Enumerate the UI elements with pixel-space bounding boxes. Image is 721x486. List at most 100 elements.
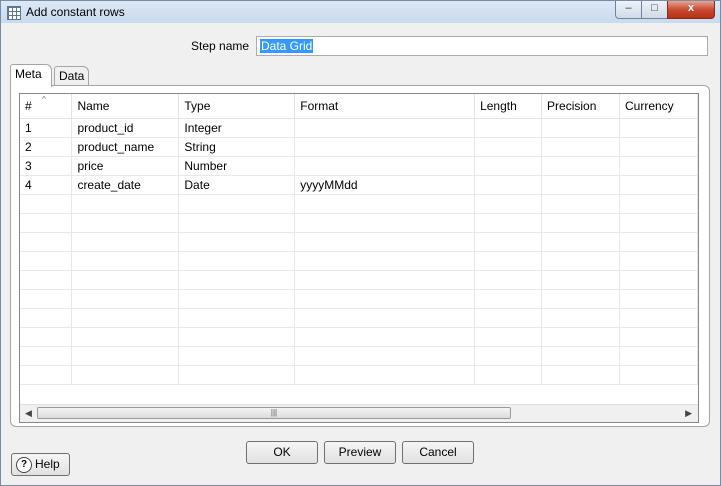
cell-type[interactable]: Integer — [178, 118, 296, 138]
column-header-currency[interactable]: Currency — [619, 94, 698, 119]
step-name-input[interactable]: Data Grid — [256, 36, 708, 56]
column-header-precision[interactable]: Precision — [541, 94, 620, 119]
empty-cell[interactable] — [541, 232, 620, 252]
close-button[interactable]: x — [667, 1, 715, 19]
empty-table-row[interactable] — [20, 251, 698, 271]
empty-cell[interactable] — [474, 289, 543, 309]
scroll-left-icon[interactable]: ◀ — [25, 408, 32, 419]
cell-length[interactable] — [474, 175, 543, 195]
cell-precision[interactable] — [541, 137, 620, 157]
empty-cell[interactable] — [71, 270, 180, 290]
empty-cell[interactable] — [71, 213, 180, 233]
empty-cell[interactable] — [71, 327, 180, 347]
cell-name[interactable]: product_name — [71, 137, 180, 157]
empty-cell[interactable] — [541, 251, 620, 271]
cell-name[interactable]: create_date — [71, 175, 180, 195]
empty-cell[interactable] — [294, 346, 476, 366]
table-row[interactable]: 4 create_date Date yyyyMMdd — [20, 175, 698, 195]
cell-type[interactable]: Number — [178, 156, 296, 176]
empty-cell[interactable] — [619, 327, 698, 347]
cell-precision[interactable] — [541, 175, 620, 195]
empty-cell[interactable] — [20, 289, 73, 309]
empty-table-row[interactable] — [20, 308, 698, 328]
empty-cell[interactable] — [71, 251, 180, 271]
cell-currency[interactable] — [619, 137, 698, 157]
cell-name[interactable]: product_id — [71, 118, 180, 138]
empty-cell[interactable] — [474, 270, 543, 290]
empty-cell[interactable] — [294, 270, 476, 290]
cell-precision[interactable] — [541, 156, 620, 176]
empty-cell[interactable] — [20, 308, 73, 328]
empty-cell[interactable] — [178, 365, 296, 385]
empty-cell[interactable] — [294, 289, 476, 309]
empty-cell[interactable] — [20, 232, 73, 252]
empty-cell[interactable] — [541, 308, 620, 328]
cell-name[interactable]: price — [71, 156, 180, 176]
empty-cell[interactable] — [541, 213, 620, 233]
empty-cell[interactable] — [619, 308, 698, 328]
empty-cell[interactable] — [294, 213, 476, 233]
cell-number[interactable]: 3 — [20, 156, 73, 176]
cell-currency[interactable] — [619, 175, 698, 195]
empty-cell[interactable] — [619, 289, 698, 309]
empty-cell[interactable] — [619, 213, 698, 233]
empty-cell[interactable] — [541, 194, 620, 214]
cell-format[interactable]: yyyyMMdd — [294, 175, 476, 195]
scroll-right-icon[interactable]: ▶ — [685, 408, 692, 419]
preview-button[interactable]: Preview — [324, 441, 396, 464]
cell-number[interactable]: 2 — [20, 137, 73, 157]
empty-cell[interactable] — [294, 194, 476, 214]
cell-currency[interactable] — [619, 118, 698, 138]
empty-cell[interactable] — [20, 365, 73, 385]
empty-cell[interactable] — [474, 365, 543, 385]
empty-cell[interactable] — [178, 346, 296, 366]
cell-number[interactable]: 1 — [20, 118, 73, 138]
empty-cell[interactable] — [178, 194, 296, 214]
empty-cell[interactable] — [474, 251, 543, 271]
column-header-name[interactable]: Name — [71, 94, 180, 119]
cell-length[interactable] — [474, 118, 543, 138]
empty-cell[interactable] — [71, 289, 180, 309]
empty-cell[interactable] — [474, 213, 543, 233]
empty-cell[interactable] — [71, 194, 180, 214]
empty-cell[interactable] — [294, 251, 476, 271]
empty-cell[interactable] — [71, 346, 180, 366]
empty-cell[interactable] — [474, 327, 543, 347]
tab-meta[interactable]: Meta — [10, 64, 52, 87]
maximize-button[interactable]: □ — [641, 1, 668, 19]
empty-cell[interactable] — [71, 308, 180, 328]
table-row[interactable]: 1 product_id Integer — [20, 118, 698, 138]
empty-cell[interactable] — [20, 270, 73, 290]
empty-cell[interactable] — [294, 327, 476, 347]
empty-cell[interactable] — [541, 270, 620, 290]
help-button[interactable]: ? Help — [11, 453, 70, 476]
empty-cell[interactable] — [474, 308, 543, 328]
cell-length[interactable] — [474, 137, 543, 157]
empty-table-row[interactable] — [20, 194, 698, 214]
cell-format[interactable] — [294, 118, 476, 138]
table-row[interactable]: 2 product_name String — [20, 137, 698, 157]
empty-cell[interactable] — [294, 308, 476, 328]
empty-cell[interactable] — [294, 232, 476, 252]
empty-cell[interactable] — [20, 194, 73, 214]
empty-cell[interactable] — [619, 365, 698, 385]
cell-type[interactable]: Date — [178, 175, 296, 195]
scrollbar-thumb[interactable]: ||| — [37, 407, 511, 419]
empty-cell[interactable] — [71, 232, 180, 252]
column-header-type[interactable]: Type — [178, 94, 296, 119]
empty-cell[interactable] — [178, 232, 296, 252]
empty-cell[interactable] — [541, 365, 620, 385]
empty-cell[interactable] — [178, 213, 296, 233]
empty-cell[interactable] — [619, 346, 698, 366]
empty-cell[interactable] — [178, 289, 296, 309]
empty-cell[interactable] — [178, 251, 296, 271]
minimize-button[interactable]: – — [615, 1, 642, 19]
cell-number[interactable]: 4 — [20, 175, 73, 195]
empty-cell[interactable] — [474, 346, 543, 366]
table-row[interactable]: 3 price Number — [20, 156, 698, 176]
empty-cell[interactable] — [178, 327, 296, 347]
empty-cell[interactable] — [474, 194, 543, 214]
tab-data[interactable]: Data — [54, 66, 89, 86]
cell-format[interactable] — [294, 137, 476, 157]
empty-cell[interactable] — [71, 365, 180, 385]
